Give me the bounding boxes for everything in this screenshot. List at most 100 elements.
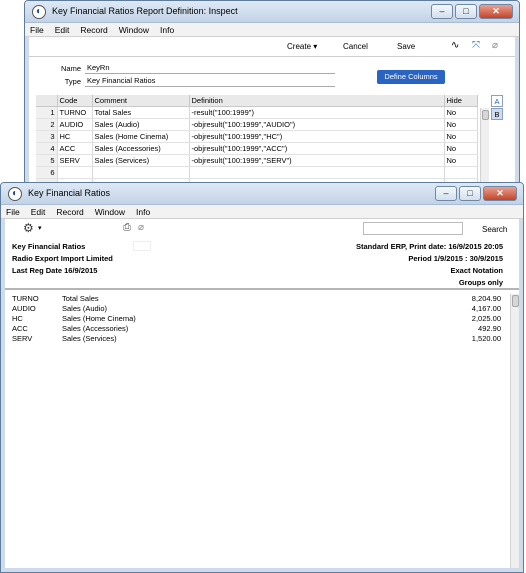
row-number: 4 [36, 142, 58, 155]
code-cell[interactable] [57, 166, 93, 179]
attach-icon[interactable]: ⌀ [138, 222, 144, 233]
row-code: SERV [12, 334, 33, 343]
maximize-icon[interactable]: □ [455, 4, 477, 19]
name-label: Name [60, 64, 81, 73]
menu-record[interactable]: Record [56, 205, 83, 218]
graph-icon[interactable]: ∿ [451, 40, 459, 51]
hide-cell[interactable]: No [444, 130, 478, 143]
hide-cell[interactable]: No [444, 106, 478, 119]
row-number: 3 [36, 130, 58, 143]
menu-info[interactable]: Info [160, 23, 174, 36]
gear-icon[interactable]: ⚙ [23, 221, 34, 235]
groups-only: Groups only [458, 278, 503, 287]
row-number: 5 [36, 154, 58, 167]
comment-cell[interactable]: Total Sales [92, 106, 190, 119]
col-hide[interactable]: Hide [444, 95, 478, 107]
report-rows: TURNO Total Sales 8,204.90 AUDIO Sales (Audi… [5, 294, 519, 344]
table-row[interactable]: 4 ACC Sales (Accessories) -objresult("100:1… [36, 142, 478, 155]
expand-icon[interactable]: ⤧ [472, 40, 480, 51]
comment-cell[interactable] [92, 166, 190, 179]
scroll-thumb[interactable] [482, 110, 489, 120]
type-field[interactable]: Key Financial Ratios [85, 76, 335, 87]
code-cell[interactable]: HC [57, 130, 93, 143]
minimize-icon[interactable]: – [431, 4, 453, 19]
hide-cell[interactable]: No [444, 142, 478, 155]
menu-file[interactable]: File [30, 23, 44, 36]
report-row[interactable]: SERV Sales (Services) 1,520.00 [5, 334, 519, 344]
comment-cell[interactable]: Sales (Audio) [92, 118, 190, 131]
chevron-down-icon[interactable]: ▾ [38, 224, 42, 232]
definition-grid: Code Comment Definition Hide 1 TURNO Total… [36, 95, 478, 191]
search-input[interactable] [363, 222, 463, 235]
comment-cell[interactable]: Sales (Services) [92, 154, 190, 167]
table-row[interactable]: 3 HC Sales (Home Cinema) -objresult("100:19… [36, 130, 478, 143]
row-number: 2 [36, 118, 58, 131]
cancel-button[interactable]: Cancel [343, 42, 368, 51]
row-number: 6 [36, 166, 58, 179]
menu-info[interactable]: Info [136, 205, 150, 218]
title-bar[interactable]: ◐ Key Financial Ratios – □ ✕ [1, 183, 523, 205]
table-row[interactable]: 6 [36, 166, 478, 179]
save-button[interactable]: Save [397, 42, 415, 51]
row-comment: Sales (Services) [62, 334, 117, 343]
hide-cell[interactable] [444, 166, 478, 179]
create-button[interactable]: Create ▾ [287, 42, 317, 51]
close-icon[interactable]: ✕ [479, 4, 513, 19]
row-code: HC [12, 314, 23, 323]
col-code[interactable]: Code [57, 95, 93, 107]
definition-cell[interactable]: -result("100:1999") [189, 106, 445, 119]
table-row[interactable]: 1 TURNO Total Sales -result("100:1999") No [36, 106, 478, 119]
menu-window[interactable]: Window [95, 205, 125, 218]
menu-record[interactable]: Record [80, 23, 107, 36]
report-name: Key Financial Ratios [12, 242, 86, 251]
comment-cell[interactable]: Sales (Accessories) [92, 142, 190, 155]
define-columns-button[interactable]: Define Columns [377, 70, 445, 84]
report-name-box [133, 241, 151, 251]
menu-edit[interactable]: Edit [31, 205, 46, 218]
row-code: ACC [12, 324, 28, 333]
row-comment: Total Sales [62, 294, 99, 303]
maximize-icon[interactable]: □ [459, 186, 481, 201]
row-value: 492.90 [478, 324, 501, 333]
search-button[interactable]: Search [482, 225, 507, 234]
tab-b[interactable]: B [491, 108, 503, 120]
name-field[interactable]: KeyRn [85, 63, 335, 74]
report-row[interactable]: ACC Sales (Accessories) 492.90 [5, 324, 519, 334]
report-row[interactable]: AUDIO Sales (Audio) 4,167.00 [5, 304, 519, 314]
title-bar[interactable]: ◐ Key Financial Ratios Report Definition… [25, 1, 519, 23]
definition-cell[interactable]: -objresult("100:1999","HC") [189, 130, 445, 143]
col-definition[interactable]: Definition [189, 95, 445, 107]
tab-a[interactable]: A [491, 95, 503, 107]
hide-cell[interactable]: No [444, 154, 478, 167]
code-cell[interactable]: TURNO [57, 106, 93, 119]
menu-window[interactable]: Window [119, 23, 149, 36]
report-body: ⚙ ▾ ⎙ ⌀ Search Key Financial Ratios Radi… [5, 219, 519, 568]
minimize-icon[interactable]: – [435, 186, 457, 201]
scroll-thumb[interactable] [512, 295, 519, 307]
code-cell[interactable]: AUDIO [57, 118, 93, 131]
row-comment: Sales (Home Cinema) [62, 314, 136, 323]
code-cell[interactable]: SERV [57, 154, 93, 167]
row-comment: Sales (Accessories) [62, 324, 129, 333]
table-row[interactable]: 5 SERV Sales (Services) -objresult("100:199… [36, 154, 478, 167]
close-icon[interactable]: ✕ [483, 186, 517, 201]
attach-icon[interactable]: ⌀ [492, 40, 498, 51]
report-row[interactable]: TURNO Total Sales 8,204.90 [5, 294, 519, 304]
menu-file[interactable]: File [6, 205, 20, 218]
table-row[interactable]: 2 AUDIO Sales (Audio) -objresult("100:1999"… [36, 118, 478, 131]
menu-edit[interactable]: Edit [55, 23, 70, 36]
printer-icon[interactable]: ⎙ [123, 222, 131, 233]
definition-cell[interactable] [189, 166, 445, 179]
hide-cell[interactable]: No [444, 118, 478, 131]
definition-cell[interactable]: -objresult("100:1999","AUDIO") [189, 118, 445, 131]
print-info: Standard ERP, Print date: 16/9/2015 20:0… [355, 242, 503, 251]
report-row[interactable]: HC Sales (Home Cinema) 2,025.00 [5, 314, 519, 324]
report-scrollbar[interactable] [510, 294, 519, 568]
row-number: 1 [36, 106, 58, 119]
col-comment[interactable]: Comment [92, 95, 190, 107]
code-cell[interactable]: ACC [57, 142, 93, 155]
definition-cell[interactable]: -objresult("100:1999","SERV") [189, 154, 445, 167]
window-title: Key Financial Ratios [28, 188, 111, 198]
definition-cell[interactable]: -objresult("100:1999","ACC") [189, 142, 445, 155]
comment-cell[interactable]: Sales (Home Cinema) [92, 130, 190, 143]
